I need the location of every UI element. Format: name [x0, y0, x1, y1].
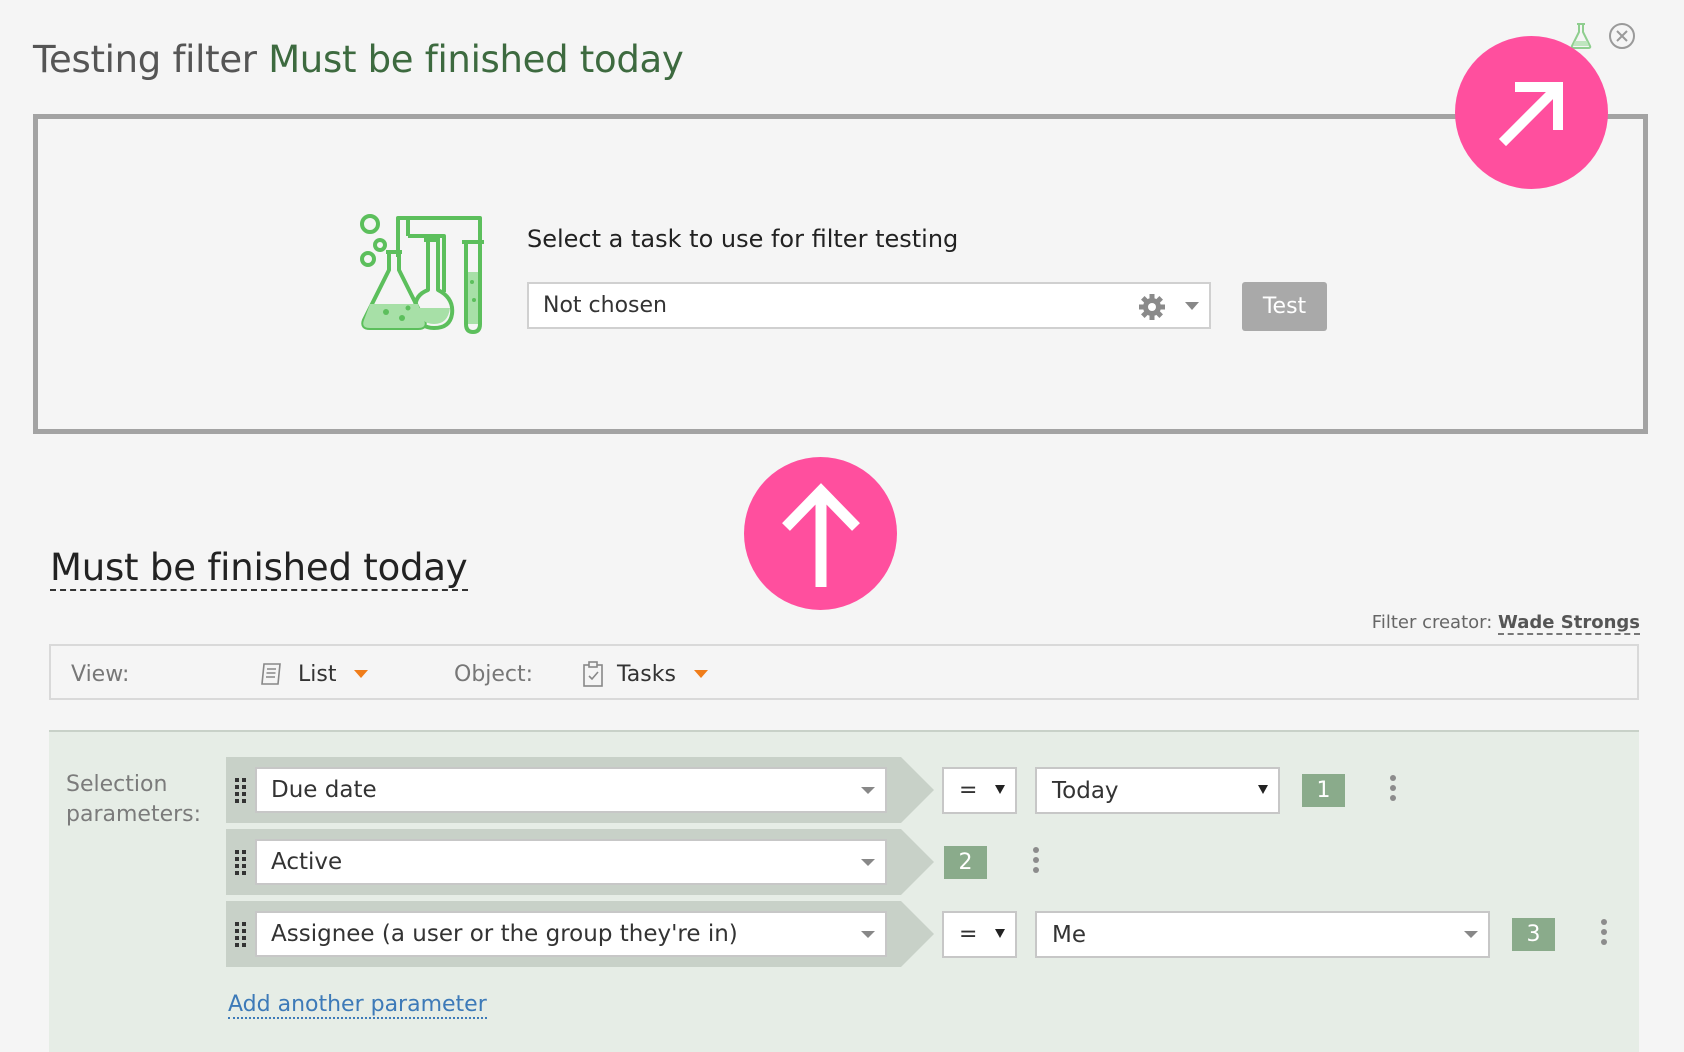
operator-value: =	[959, 778, 978, 803]
arrow-up-right-marker	[1455, 36, 1608, 189]
task-select[interactable]: Not chosen	[527, 282, 1211, 329]
caret-down-icon	[1258, 785, 1268, 794]
caret-down-icon	[995, 929, 1005, 938]
selection-parameters-section: Selection parameters: Due date = Today 1…	[49, 730, 1639, 1052]
value-select[interactable]: Me	[1035, 911, 1490, 958]
parameter-field-select[interactable]: Assignee (a user or the group they're in…	[255, 911, 887, 957]
page-title: Testing filter Must be finished today	[33, 38, 684, 81]
page-title-prefix: Testing filter	[33, 38, 257, 81]
view-object-bar: View: List Object: Tasks	[49, 644, 1639, 700]
test-button[interactable]: Test	[1242, 282, 1327, 331]
lab-equipment-illustration	[358, 212, 486, 342]
value-select-value: Me	[1052, 921, 1086, 948]
list-doc-icon	[261, 663, 281, 685]
more-options-icon[interactable]	[1032, 847, 1040, 873]
value-select[interactable]: Today	[1035, 767, 1280, 814]
chevron-down-icon	[861, 787, 875, 794]
more-options-icon[interactable]	[1600, 919, 1608, 945]
selection-parameters-label: Selection parameters:	[66, 770, 201, 830]
filter-name[interactable]: Must be finished today	[50, 547, 468, 591]
arrow-up-icon	[781, 482, 860, 587]
drag-handle-icon[interactable]	[234, 777, 248, 803]
caret-down-icon	[693, 670, 708, 678]
chevron-down-icon	[861, 859, 875, 866]
chevron-down-icon[interactable]	[1185, 302, 1199, 310]
parameter-row: Due date = Today 1	[226, 757, 1626, 823]
caret-down-icon	[354, 670, 369, 678]
object-dropdown[interactable]: Tasks	[581, 660, 708, 688]
close-icon[interactable]	[1608, 22, 1636, 50]
value-select-value: Today	[1052, 777, 1119, 804]
parameter-row: Active 2	[226, 829, 1626, 895]
params-label-line2: parameters:	[66, 802, 202, 827]
top-icons	[1570, 22, 1636, 50]
operator-select[interactable]: =	[942, 911, 1017, 958]
drag-handle-icon[interactable]	[234, 849, 248, 875]
page-title-filter-name: Must be finished today	[268, 38, 684, 81]
parameter-number-badge: 1	[1302, 774, 1345, 807]
filter-creator: Filter creator: Wade Strongs	[1371, 612, 1640, 635]
view-label: View:	[71, 662, 130, 687]
view-value: List	[298, 661, 337, 687]
parameter-number-badge: 2	[944, 846, 987, 879]
caret-down-icon	[995, 785, 1005, 794]
chevron-down-icon	[861, 931, 875, 938]
params-label-line1: Selection	[66, 772, 168, 797]
object-label: Object:	[454, 662, 534, 687]
parameter-field-value: Assignee (a user or the group they're in…	[271, 921, 738, 947]
operator-select[interactable]: =	[942, 767, 1017, 814]
add-parameter-link[interactable]: Add another parameter	[228, 992, 487, 1019]
parameter-field-value: Due date	[271, 777, 377, 803]
task-select-value: Not chosen	[543, 293, 667, 318]
chevron-down-icon	[1464, 931, 1478, 938]
clipboard-check-icon	[583, 661, 603, 687]
object-value: Tasks	[617, 661, 676, 687]
view-dropdown[interactable]: List	[258, 660, 369, 688]
drag-handle-icon[interactable]	[234, 921, 248, 947]
task-select-label: Select a task to use for filter testing	[527, 225, 959, 253]
more-options-icon[interactable]	[1389, 775, 1397, 801]
flask-icon[interactable]	[1570, 22, 1592, 50]
parameter-number-badge: 3	[1512, 918, 1555, 951]
filter-test-panel	[33, 114, 1648, 434]
parameter-row: Assignee (a user or the group they're in…	[226, 901, 1646, 967]
filter-creator-name[interactable]: Wade Strongs	[1498, 612, 1640, 635]
parameter-field-select[interactable]: Active	[255, 839, 887, 885]
operator-value: =	[959, 922, 978, 947]
parameter-field-value: Active	[271, 849, 343, 875]
arrow-up-right-icon	[1498, 81, 1563, 146]
gear-icon[interactable]	[1137, 292, 1167, 328]
filter-creator-label: Filter creator:	[1371, 612, 1493, 633]
parameter-field-select[interactable]: Due date	[255, 767, 887, 813]
arrow-up-marker	[744, 457, 897, 610]
